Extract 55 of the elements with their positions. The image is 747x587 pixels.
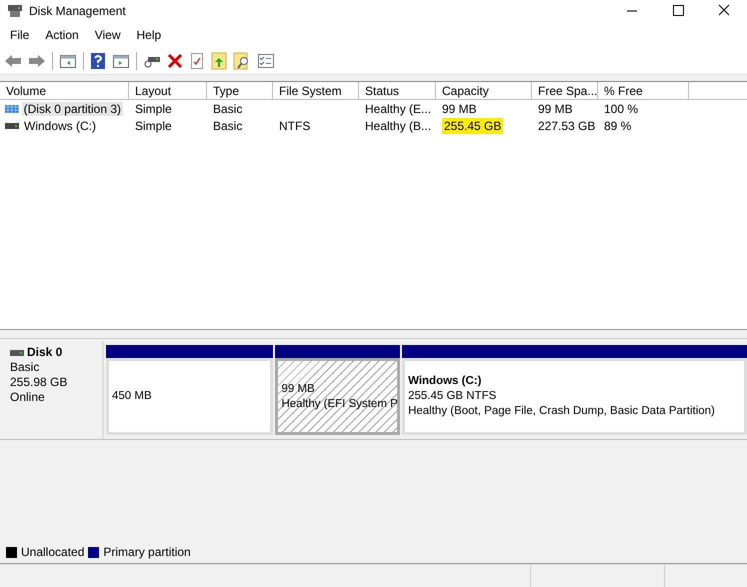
column-header[interactable]: Type (207, 82, 273, 100)
partition-info: Healthy (Boot, Page File, Crash Dump, Basic Data Partition) (408, 404, 716, 419)
forward-arrow-icon[interactable] (28, 53, 46, 69)
menu-item[interactable]: File (2, 28, 38, 42)
menu-item[interactable]: Help (128, 28, 170, 42)
help-icon[interactable] (90, 52, 106, 70)
table-cell: 99 MB (538, 102, 573, 116)
window-title: Disk Management (29, 4, 126, 18)
panel-icon[interactable] (59, 53, 77, 69)
table-cell: NTFS (279, 118, 310, 132)
column-header[interactable]: % Free (598, 82, 689, 100)
volume-icon (5, 104, 19, 112)
menu-item[interactable]: Action (37, 28, 87, 42)
disk-size: 255.98 GB (10, 375, 68, 390)
drive-icon (5, 122, 19, 130)
table-cell[interactable]: Windows (C:) (22, 118, 98, 132)
column-header[interactable]: Layout (129, 82, 207, 100)
partition-block[interactable]: 450 MB (106, 358, 274, 435)
folder-search-icon[interactable] (233, 52, 251, 70)
column-header[interactable]: Status (359, 82, 436, 100)
partition-info: 255.45 GB NTFS (408, 389, 498, 404)
legend-label: Unallocated (21, 545, 84, 559)
back-arrow-icon[interactable] (4, 53, 22, 69)
table-cell: Healthy (E... (365, 102, 432, 116)
disk-type: Basic (10, 360, 40, 375)
delete-icon[interactable] (167, 53, 183, 69)
column-header[interactable]: File System (273, 82, 359, 100)
table-cell[interactable]: (Disk 0 partition 3) (22, 102, 123, 116)
legend-label: Primary partition (103, 545, 191, 559)
menu-item[interactable]: View (86, 28, 128, 42)
table-cell: Simple (135, 118, 172, 132)
disk-icon (7, 4, 23, 18)
table-cell: Healthy (B... (365, 118, 432, 132)
column-header[interactable]: Free Spa... (532, 82, 598, 100)
partition-info: 99 MB (281, 382, 316, 396)
partition-block[interactable]: 99 MB Healthy (EFI System P (275, 358, 400, 435)
folder-up-icon[interactable] (211, 52, 227, 70)
document-check-icon[interactable] (189, 52, 205, 70)
table-cell: 89 % (604, 118, 632, 132)
table-cell: 227.53 GB (538, 118, 596, 132)
table-cell: Basic (213, 118, 242, 132)
table-cell: 99 MB (442, 102, 477, 116)
partition-block[interactable]: Windows (C:) 255.45 GB NTFS Healthy (Boot, Page File, Crash Dump, Basic Data Partition) (402, 358, 747, 435)
disk-status: Online (10, 390, 46, 405)
table-cell: Basic (213, 102, 242, 116)
panel-icon[interactable] (112, 53, 130, 69)
table-cell: 100 % (604, 102, 638, 116)
partition-name: Windows (C:) (408, 374, 482, 389)
partition-info: 450 MB (112, 389, 153, 404)
table-cell: Simple (135, 102, 172, 116)
column-header[interactable]: Capacity (436, 82, 532, 100)
table-cell: 255.45 GB (442, 118, 504, 134)
column-header[interactable]: Volume (0, 82, 129, 100)
checklist-icon[interactable] (257, 53, 275, 69)
disk-name: Disk 0 (27, 345, 62, 360)
